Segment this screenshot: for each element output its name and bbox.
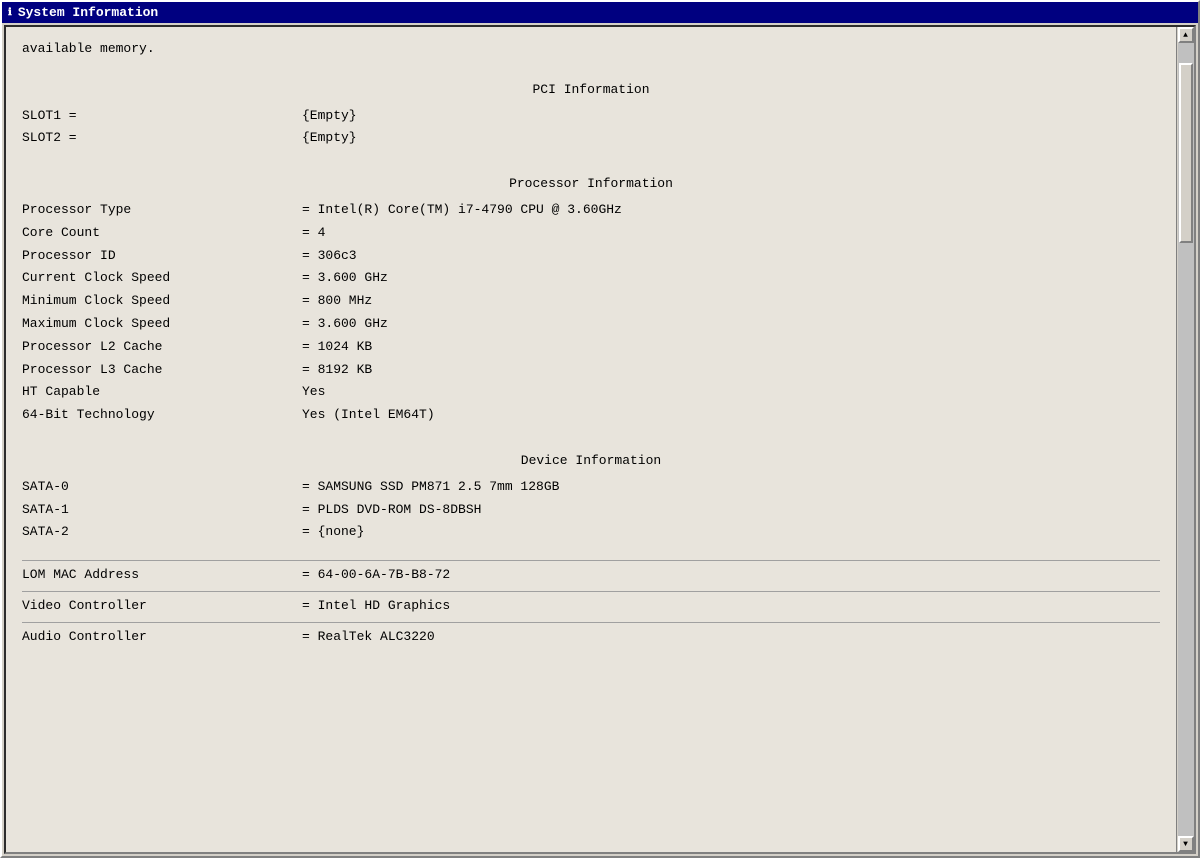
list-item: Core Count = 4 bbox=[22, 222, 1160, 245]
processor-type-value: = Intel(R) Core(TM) i7-4790 CPU @ 3.60GH… bbox=[302, 200, 1160, 221]
audio-controller-label: Audio Controller bbox=[22, 627, 302, 648]
list-item: Video Controller = Intel HD Graphics bbox=[22, 591, 1160, 618]
pci-rows: SLOT1 = {Empty} SLOT2 = {Empty} bbox=[22, 105, 1160, 151]
list-item: HT Capable Yes bbox=[22, 381, 1160, 404]
slot2-label: SLOT2 = bbox=[22, 128, 302, 149]
audio-controller-value: = RealTek ALC3220 bbox=[302, 627, 1160, 648]
l2-cache-value: = 1024 KB bbox=[302, 337, 1160, 358]
l3-cache-value: = 8192 KB bbox=[302, 360, 1160, 381]
ht-capable-label: HT Capable bbox=[22, 382, 302, 403]
sata2-label: SATA-2 bbox=[22, 522, 302, 543]
window-title: System Information bbox=[18, 5, 158, 20]
pci-section-header: PCI Information bbox=[22, 80, 1160, 101]
core-count-label: Core Count bbox=[22, 223, 302, 244]
list-item: LOM MAC Address = 64-00-6A-7B-B8-72 bbox=[22, 560, 1160, 587]
scroll-up-button[interactable]: ▲ bbox=[1178, 27, 1194, 43]
bit64-label: 64-Bit Technology bbox=[22, 405, 302, 426]
video-rows: Video Controller = Intel HD Graphics bbox=[22, 591, 1160, 618]
scrollbar: ▲ ▼ bbox=[1176, 27, 1194, 852]
list-item: SATA-1 = PLDS DVD-ROM DS-8DBSH bbox=[22, 499, 1160, 522]
l3-cache-label: Processor L3 Cache bbox=[22, 360, 302, 381]
sata1-value: = PLDS DVD-ROM DS-8DBSH bbox=[302, 500, 1160, 521]
slot2-value: {Empty} bbox=[302, 128, 1160, 149]
title-bar: ℹ System Information bbox=[2, 2, 1198, 23]
current-clock-value: = 3.600 GHz bbox=[302, 268, 1160, 289]
content-area: available memory. PCI Information SLOT1 … bbox=[4, 25, 1196, 854]
device-section-header: Device Information bbox=[22, 451, 1160, 472]
scroll-thumb[interactable] bbox=[1179, 63, 1193, 243]
ht-capable-value: Yes bbox=[302, 382, 1160, 403]
list-item: 64-Bit Technology Yes (Intel EM64T) bbox=[22, 404, 1160, 427]
l2-cache-label: Processor L2 Cache bbox=[22, 337, 302, 358]
processor-id-label: Processor ID bbox=[22, 246, 302, 267]
min-clock-label: Minimum Clock Speed bbox=[22, 291, 302, 312]
scroll-content: available memory. PCI Information SLOT1 … bbox=[6, 27, 1176, 852]
slot1-value: {Empty} bbox=[302, 106, 1160, 127]
max-clock-value: = 3.600 GHz bbox=[302, 314, 1160, 335]
sata1-label: SATA-1 bbox=[22, 500, 302, 521]
slot1-label: SLOT1 = bbox=[22, 106, 302, 127]
list-item: Audio Controller = RealTek ALC3220 bbox=[22, 622, 1160, 649]
divider bbox=[22, 427, 1160, 439]
list-item: Processor L3 Cache = 8192 KB bbox=[22, 359, 1160, 382]
list-item: SATA-0 = SAMSUNG SSD PM871 2.5 7mm 128GB bbox=[22, 476, 1160, 499]
lom-mac-label: LOM MAC Address bbox=[22, 565, 302, 586]
bit64-value: Yes (Intel EM64T) bbox=[302, 405, 1160, 426]
list-item: Processor L2 Cache = 1024 KB bbox=[22, 336, 1160, 359]
list-item: SLOT2 = {Empty} bbox=[22, 127, 1160, 150]
divider bbox=[22, 544, 1160, 556]
list-item: Maximum Clock Speed = 3.600 GHz bbox=[22, 313, 1160, 336]
video-controller-value: = Intel HD Graphics bbox=[302, 596, 1160, 617]
max-clock-label: Maximum Clock Speed bbox=[22, 314, 302, 335]
sata0-value: = SAMSUNG SSD PM871 2.5 7mm 128GB bbox=[302, 477, 1160, 498]
scroll-track[interactable] bbox=[1178, 43, 1194, 836]
list-item: Processor ID = 306c3 bbox=[22, 245, 1160, 268]
divider bbox=[22, 150, 1160, 162]
processor-rows: Processor Type = Intel(R) Core(TM) i7-47… bbox=[22, 199, 1160, 427]
video-controller-label: Video Controller bbox=[22, 596, 302, 617]
device-rows: SATA-0 = SAMSUNG SSD PM871 2.5 7mm 128GB… bbox=[22, 476, 1160, 544]
scroll-down-button[interactable]: ▼ bbox=[1178, 836, 1194, 852]
lom-mac-value: = 64-00-6A-7B-B8-72 bbox=[302, 565, 1160, 586]
list-item: Current Clock Speed = 3.600 GHz bbox=[22, 267, 1160, 290]
list-item: Minimum Clock Speed = 800 MHz bbox=[22, 290, 1160, 313]
processor-id-value: = 306c3 bbox=[302, 246, 1160, 267]
sata2-value: = {none} bbox=[302, 522, 1160, 543]
sata0-label: SATA-0 bbox=[22, 477, 302, 498]
processor-section-header: Processor Information bbox=[22, 174, 1160, 195]
title-bar-icon: ℹ bbox=[8, 7, 12, 19]
core-count-value: = 4 bbox=[302, 223, 1160, 244]
processor-type-label: Processor Type bbox=[22, 200, 302, 221]
list-item: SATA-2 = {none} bbox=[22, 521, 1160, 544]
system-information-window: ℹ System Information available memory. P… bbox=[0, 0, 1200, 858]
current-clock-label: Current Clock Speed bbox=[22, 268, 302, 289]
network-rows: LOM MAC Address = 64-00-6A-7B-B8-72 bbox=[22, 560, 1160, 587]
list-item: SLOT1 = {Empty} bbox=[22, 105, 1160, 128]
intro-text: available memory. bbox=[22, 35, 1160, 68]
audio-rows: Audio Controller = RealTek ALC3220 bbox=[22, 622, 1160, 649]
list-item: Processor Type = Intel(R) Core(TM) i7-47… bbox=[22, 199, 1160, 222]
min-clock-value: = 800 MHz bbox=[302, 291, 1160, 312]
